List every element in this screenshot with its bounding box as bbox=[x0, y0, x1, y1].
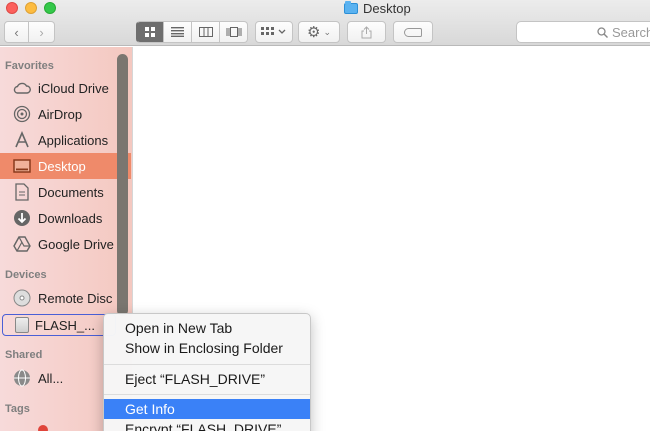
sidebar-item-label: FLASH_... bbox=[35, 317, 95, 333]
sidebar-item-icloud-drive[interactable]: iCloud Drive bbox=[0, 75, 131, 101]
view-mode-group bbox=[136, 21, 248, 43]
cloud-icon bbox=[12, 78, 32, 98]
download-icon bbox=[12, 208, 32, 228]
menu-separator bbox=[104, 394, 310, 395]
column-view-icon bbox=[198, 27, 213, 37]
drive-icon bbox=[15, 317, 29, 333]
sidebar-item-label: iCloud Drive bbox=[38, 80, 109, 96]
sidebar-item-label: AirDrop bbox=[38, 106, 83, 122]
desktop-icon bbox=[12, 156, 32, 176]
sidebar-item-airdrop[interactable]: AirDrop bbox=[0, 101, 131, 127]
gear-icon: ⚙ bbox=[307, 24, 321, 41]
sidebar-item-label: Applications bbox=[38, 132, 109, 148]
title-bar: Desktop ‹ › ⚙ ⌄ Search bbox=[0, 0, 650, 46]
action-button[interactable]: ⚙ ⌄ bbox=[298, 21, 340, 43]
list-view-icon bbox=[171, 27, 184, 37]
cover-flow-view-button[interactable] bbox=[220, 21, 248, 43]
context-menu: Open in New Tab Show in Enclosing Folder… bbox=[103, 313, 311, 431]
column-view-button[interactable] bbox=[192, 21, 220, 43]
sidebar-item-documents[interactable]: Documents bbox=[0, 179, 131, 205]
icon-view-icon bbox=[144, 26, 155, 37]
red-tag-icon[interactable] bbox=[38, 425, 48, 431]
sidebar-item-downloads[interactable]: Downloads bbox=[0, 205, 131, 231]
airdrop-icon bbox=[12, 104, 32, 124]
menu-separator bbox=[104, 364, 310, 365]
menu-item-get-info[interactable]: Get Info bbox=[104, 399, 310, 419]
chevron-down-icon: ⌄ bbox=[323, 26, 331, 37]
arrange-icon bbox=[261, 27, 286, 35]
sidebar-item-label: Desktop bbox=[38, 158, 86, 174]
sidebar-item-label: Remote Disc bbox=[38, 290, 113, 306]
disc-icon bbox=[12, 288, 32, 308]
sidebar-item-applications[interactable]: Applications bbox=[0, 127, 131, 153]
share-button[interactable] bbox=[347, 21, 386, 43]
sidebar-item-flash-drive[interactable]: FLASH_... bbox=[2, 314, 116, 336]
zoom-window-button[interactable] bbox=[44, 2, 56, 14]
sidebar-item-remote-disc[interactable]: Remote Disc bbox=[0, 285, 131, 311]
folder-icon bbox=[344, 0, 358, 14]
document-icon bbox=[12, 182, 32, 202]
list-view-button[interactable] bbox=[164, 21, 192, 43]
chevron-right-icon: › bbox=[39, 24, 44, 40]
devices-heading: Devices bbox=[5, 269, 47, 281]
menu-item-eject[interactable]: Eject “FLASH_DRIVE” bbox=[104, 369, 310, 389]
sidebar-scrollbar[interactable] bbox=[117, 54, 128, 316]
search-placeholder: Search bbox=[612, 24, 650, 40]
arrange-button[interactable] bbox=[255, 21, 293, 43]
menu-item-show-in-enclosing-folder[interactable]: Show in Enclosing Folder bbox=[104, 338, 310, 358]
search-icon bbox=[597, 26, 608, 38]
sidebar-item-label: Documents bbox=[38, 184, 104, 200]
menu-item-encrypt[interactable]: Encrypt “FLASH_DRIVE” bbox=[104, 419, 310, 431]
icon-view-button[interactable] bbox=[136, 21, 164, 43]
close-window-button[interactable] bbox=[6, 2, 18, 14]
back-button[interactable]: ‹ bbox=[4, 21, 29, 43]
sidebar-item-label: Google Drive bbox=[38, 236, 114, 252]
globe-icon bbox=[12, 368, 32, 388]
shared-heading: Shared bbox=[5, 349, 43, 361]
minimize-window-button[interactable] bbox=[25, 2, 37, 14]
search-field[interactable]: Search bbox=[516, 21, 650, 43]
chevron-left-icon: ‹ bbox=[14, 24, 19, 40]
forward-button[interactable]: › bbox=[29, 21, 55, 43]
sidebar-item-desktop[interactable]: Desktop bbox=[0, 153, 131, 179]
menu-item-open-in-new-tab[interactable]: Open in New Tab bbox=[104, 318, 310, 338]
applications-icon bbox=[12, 130, 32, 150]
tag-button[interactable] bbox=[393, 21, 433, 43]
tag-icon bbox=[404, 27, 422, 37]
window-title-text: Desktop bbox=[363, 0, 411, 16]
sidebar-item-google-drive[interactable]: Google Drive bbox=[0, 231, 131, 257]
window-title: Desktop bbox=[344, 0, 411, 16]
sidebar-item-label: All... bbox=[38, 370, 64, 386]
sidebar-item-label: Downloads bbox=[38, 210, 103, 226]
favorites-heading: Favorites bbox=[5, 60, 54, 72]
google-drive-icon bbox=[12, 234, 32, 254]
share-icon bbox=[361, 25, 372, 38]
cover-flow-view-icon bbox=[226, 27, 241, 37]
tags-heading: Tags bbox=[5, 403, 30, 415]
